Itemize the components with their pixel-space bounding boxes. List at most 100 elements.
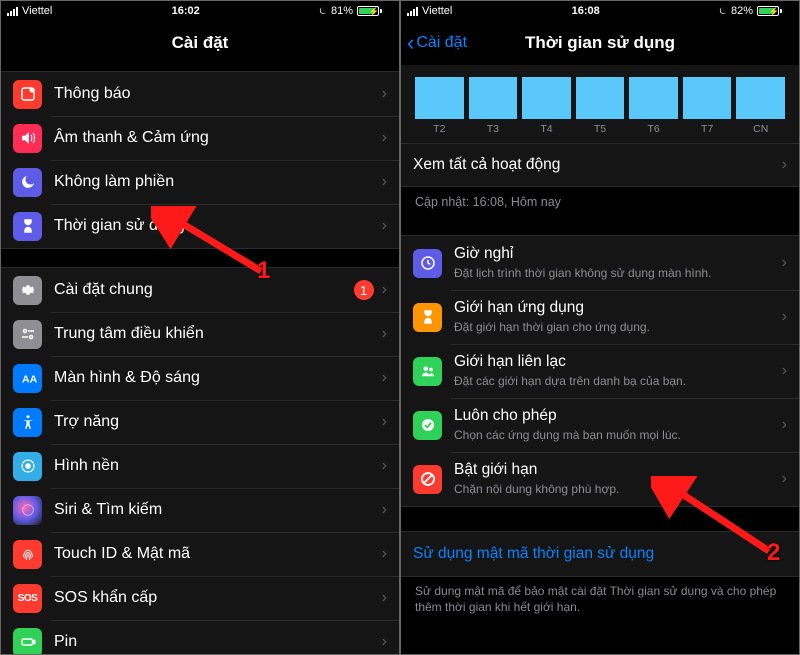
row-control-center[interactable]: Trung tâm điều khiển › [1,312,399,356]
row-touchid[interactable]: Touch ID & Mật mã › [1,532,399,576]
battery-icon: ⚡ [357,6,393,16]
updated-label: Cập nhật: 16:08, Hôm nay [401,187,799,217]
row-app-limits[interactable]: Giới hạn ứng dụng Đặt giới hạn thời gian… [401,290,799,344]
settings-group-2: Cài đặt chung 1 › Trung tâm điều khiển ›… [1,267,399,654]
status-bar: Viettel 16:02 ⏾ 81% ⚡ [1,1,399,21]
nav-title-bar: Cài đặt [1,21,399,65]
chevron-right-icon: › [782,254,787,272]
row-subtitle: Chặn nội dung không phù hợp. [454,482,774,497]
chart-bars [415,71,785,119]
row-accessibility[interactable]: Trợ năng › [1,400,399,444]
chevron-right-icon: › [382,217,387,235]
signal-icon [407,7,418,16]
battery-percent: 81% [331,5,353,17]
row-label: Giới hạn ứng dụng [454,299,774,318]
row-wallpaper[interactable]: Hình nền › [1,444,399,488]
row-label: Không làm phiền [54,173,374,191]
chevron-right-icon: › [382,545,387,563]
annotation-number-1: 1 [257,257,270,285]
row-sos[interactable]: SOS SOS khẩn cấp › [1,576,399,620]
row-always-allowed[interactable]: Luôn cho phép Chọn các ứng dụng mà bạn m… [401,398,799,452]
svg-text:AA: AA [22,374,37,386]
row-display[interactable]: AA Màn hình & Độ sáng › [1,356,399,400]
page-title: Cài đặt [172,33,229,53]
chart-bar [683,77,732,119]
row-label: Cài đặt chung [54,281,354,299]
row-screentime[interactable]: Thời gian sử dụng › [1,204,399,248]
row-label: Giới hạn liên lạc [454,353,774,372]
row-sounds[interactable]: Âm thanh & Cảm ứng › [1,116,399,160]
row-downtime[interactable]: Giờ nghỉ Đặt lịch trình thời gian không … [401,236,799,290]
sounds-icon [13,124,42,153]
row-subtitle: Đặt các giới hạn dựa trên danh bạ của bạ… [454,374,774,389]
nav-title-bar: ‹ Cài đặt Thời gian sử dụng [401,21,799,65]
clock-label: 16:08 [572,5,600,17]
clock-label: 16:02 [172,5,200,17]
chart-label: T2 [415,123,464,135]
settings-screen: Viettel 16:02 ⏾ 81% ⚡ Cài đặt Thông báo … [1,1,399,654]
chevron-right-icon: › [382,173,387,191]
row-use-passcode[interactable]: Sử dụng mật mã thời gian sử dụng [401,532,799,576]
chevron-right-icon: › [382,281,387,299]
row-dnd[interactable]: Không làm phiền › [1,160,399,204]
comm-limits-icon [413,357,442,386]
chevron-right-icon: › [782,416,787,434]
sos-icon: SOS [13,584,42,613]
row-label: Thông báo [54,85,374,103]
row-see-all[interactable]: Xem tất cả hoạt động › [401,143,799,187]
chart-label: T6 [629,123,678,135]
battery-percent: 82% [731,5,753,17]
chart-label: T4 [522,123,571,135]
row-subtitle: Đặt lịch trình thời gian không sử dụng m… [454,266,774,281]
lock-icon: ⏾ [719,6,727,17]
row-siri[interactable]: Siri & Tìm kiếm › [1,488,399,532]
chart-labels: T2T3T4T5T6T7CN [415,123,785,135]
row-subtitle: Đặt giới hạn thời gian cho ứng dụng. [454,320,774,335]
row-comm-limits[interactable]: Giới hạn liên lạc Đặt các giới hạn dựa t… [401,344,799,398]
carrier-label: Viettel [422,5,452,17]
screentime-icon [13,212,42,241]
row-label: Hình nền [54,457,374,475]
screentime-screen: Viettel 16:08 ⏾ 82% ⚡ ‹ Cài đặt Thời gia… [401,1,799,654]
chart-bar [415,77,464,119]
row-content-restrictions[interactable]: Bật giới hạn Chặn nội dung không phù hợp… [401,452,799,506]
passcode-note: Sử dụng mật mã để bảo mật cài đặt Thời g… [401,577,799,621]
chevron-right-icon: › [382,85,387,103]
row-label: Xem tất cả hoạt động [413,156,774,174]
badge: 1 [354,280,374,300]
chart-label: T5 [576,123,625,135]
chevron-right-icon: › [782,470,787,488]
row-battery[interactable]: Pin › [1,620,399,654]
accessibility-icon [13,408,42,437]
chevron-right-icon: › [782,156,787,174]
dnd-icon [13,168,42,197]
touchid-icon [13,540,42,569]
passcode-section: Sử dụng mật mã thời gian sử dụng [401,531,799,577]
back-button[interactable]: ‹ Cài đặt [407,32,467,54]
battery-row-icon [13,628,42,655]
usage-chart: T2T3T4T5T6T7CN [401,65,799,143]
display-icon: AA [13,364,42,393]
chart-bar [469,77,518,119]
notifications-icon [13,80,42,109]
wallpaper-icon [13,452,42,481]
chevron-right-icon: › [382,413,387,431]
row-label: Bật giới hạn [454,461,774,480]
chevron-right-icon: › [782,362,787,380]
row-label: SOS khẩn cấp [54,589,374,607]
chevron-left-icon: ‹ [407,32,414,54]
chart-bar [736,77,785,119]
chevron-right-icon: › [382,589,387,607]
chart-bar [629,77,678,119]
chevron-right-icon: › [382,633,387,651]
row-notifications[interactable]: Thông báo › [1,72,399,116]
page-title: Thời gian sử dụng [525,33,675,53]
row-general[interactable]: Cài đặt chung 1 › [1,268,399,312]
restrictions-icon [413,465,442,494]
row-label: Pin [54,633,374,651]
chart-bar [576,77,625,119]
screentime-group: Giờ nghỉ Đặt lịch trình thời gian không … [401,235,799,507]
row-label: Màn hình & Độ sáng [54,369,374,387]
chevron-right-icon: › [382,325,387,343]
back-label: Cài đặt [416,34,467,52]
